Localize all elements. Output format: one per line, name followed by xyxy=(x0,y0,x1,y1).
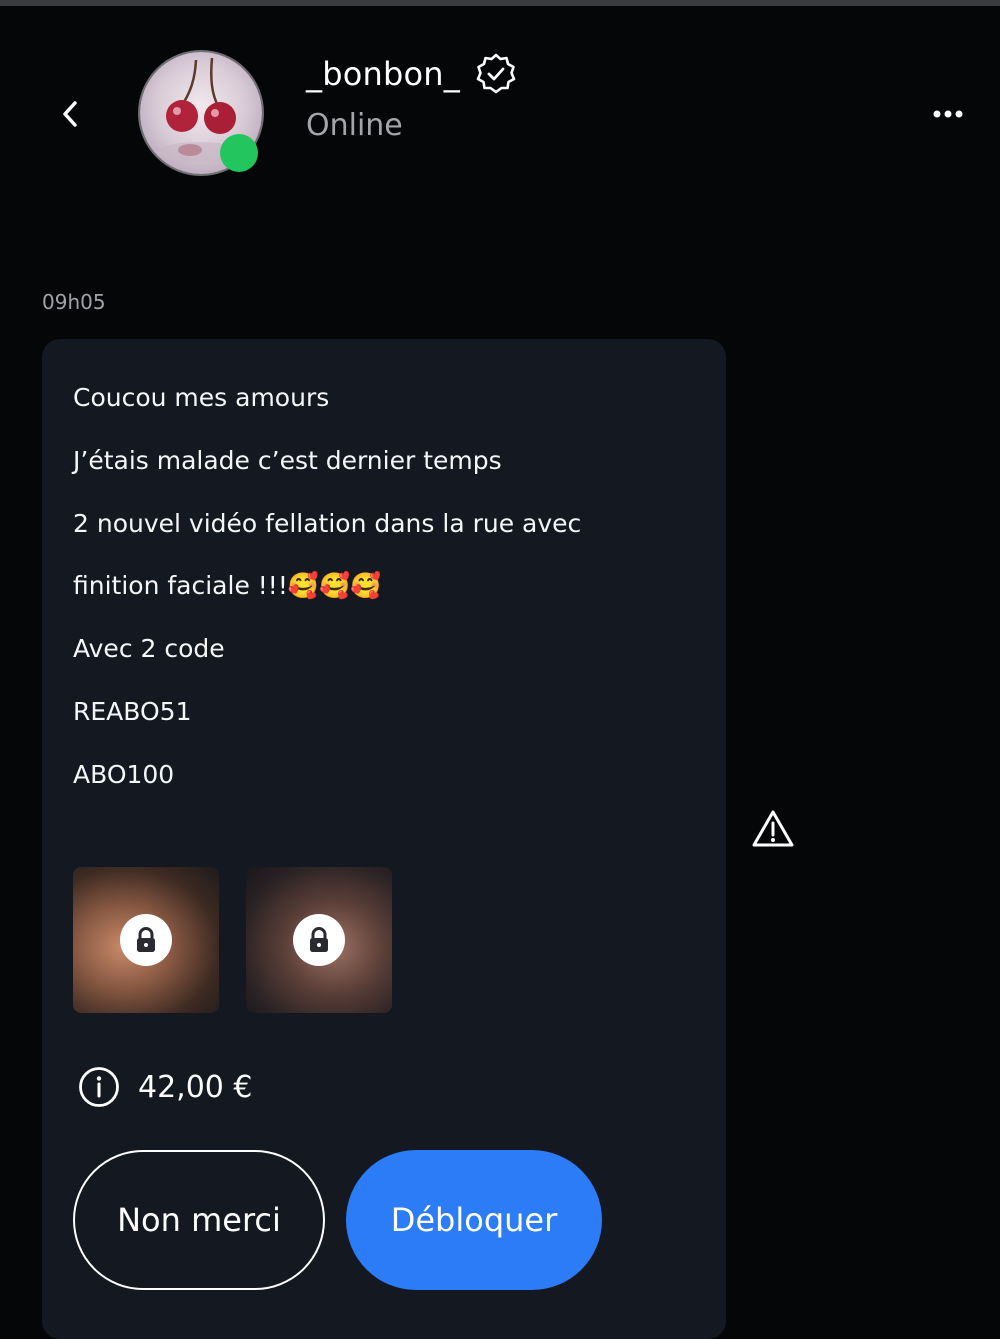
locked-media-thumbnail-1[interactable] xyxy=(73,867,219,1013)
lock-badge xyxy=(120,914,172,966)
unlock-price: 42,00 € xyxy=(138,1069,253,1105)
lock-icon xyxy=(310,927,328,952)
message-line: ABO100 xyxy=(73,760,175,789)
message-line: REABO51 xyxy=(73,697,192,726)
info-icon[interactable] xyxy=(78,1066,120,1108)
report-button[interactable] xyxy=(750,808,796,850)
chevron-left-icon xyxy=(63,101,77,127)
message-line: Avec 2 code xyxy=(73,634,225,663)
more-options-button[interactable] xyxy=(922,96,974,132)
more-dots-icon xyxy=(933,110,963,118)
decline-button[interactable]: Non merci xyxy=(73,1150,325,1290)
message-timestamp: 09h05 xyxy=(42,290,106,314)
message-line: finition faciale !!!🥰🥰🥰 xyxy=(73,571,382,600)
price-row: 42,00 € xyxy=(78,1066,253,1108)
unlock-button[interactable]: Débloquer xyxy=(346,1150,602,1290)
lock-icon xyxy=(137,927,155,952)
message-line: Coucou mes amours xyxy=(73,383,330,412)
online-indicator xyxy=(220,134,258,172)
presence-status: Online xyxy=(306,108,403,143)
verified-badge-icon xyxy=(476,53,516,94)
message-line: J’étais malade c’est dernier temps xyxy=(73,446,502,475)
back-button[interactable] xyxy=(50,92,90,136)
message-line: 2 nouvel vidéo fellation dans la rue ave… xyxy=(73,509,582,538)
lock-badge xyxy=(293,914,345,966)
top-edge-bar xyxy=(0,0,1000,6)
username[interactable]: _bonbon_ xyxy=(306,55,460,93)
username-row[interactable]: _bonbon_ xyxy=(306,52,518,96)
warning-triangle-icon xyxy=(752,810,794,847)
locked-media-thumbnail-2[interactable] xyxy=(246,867,392,1013)
